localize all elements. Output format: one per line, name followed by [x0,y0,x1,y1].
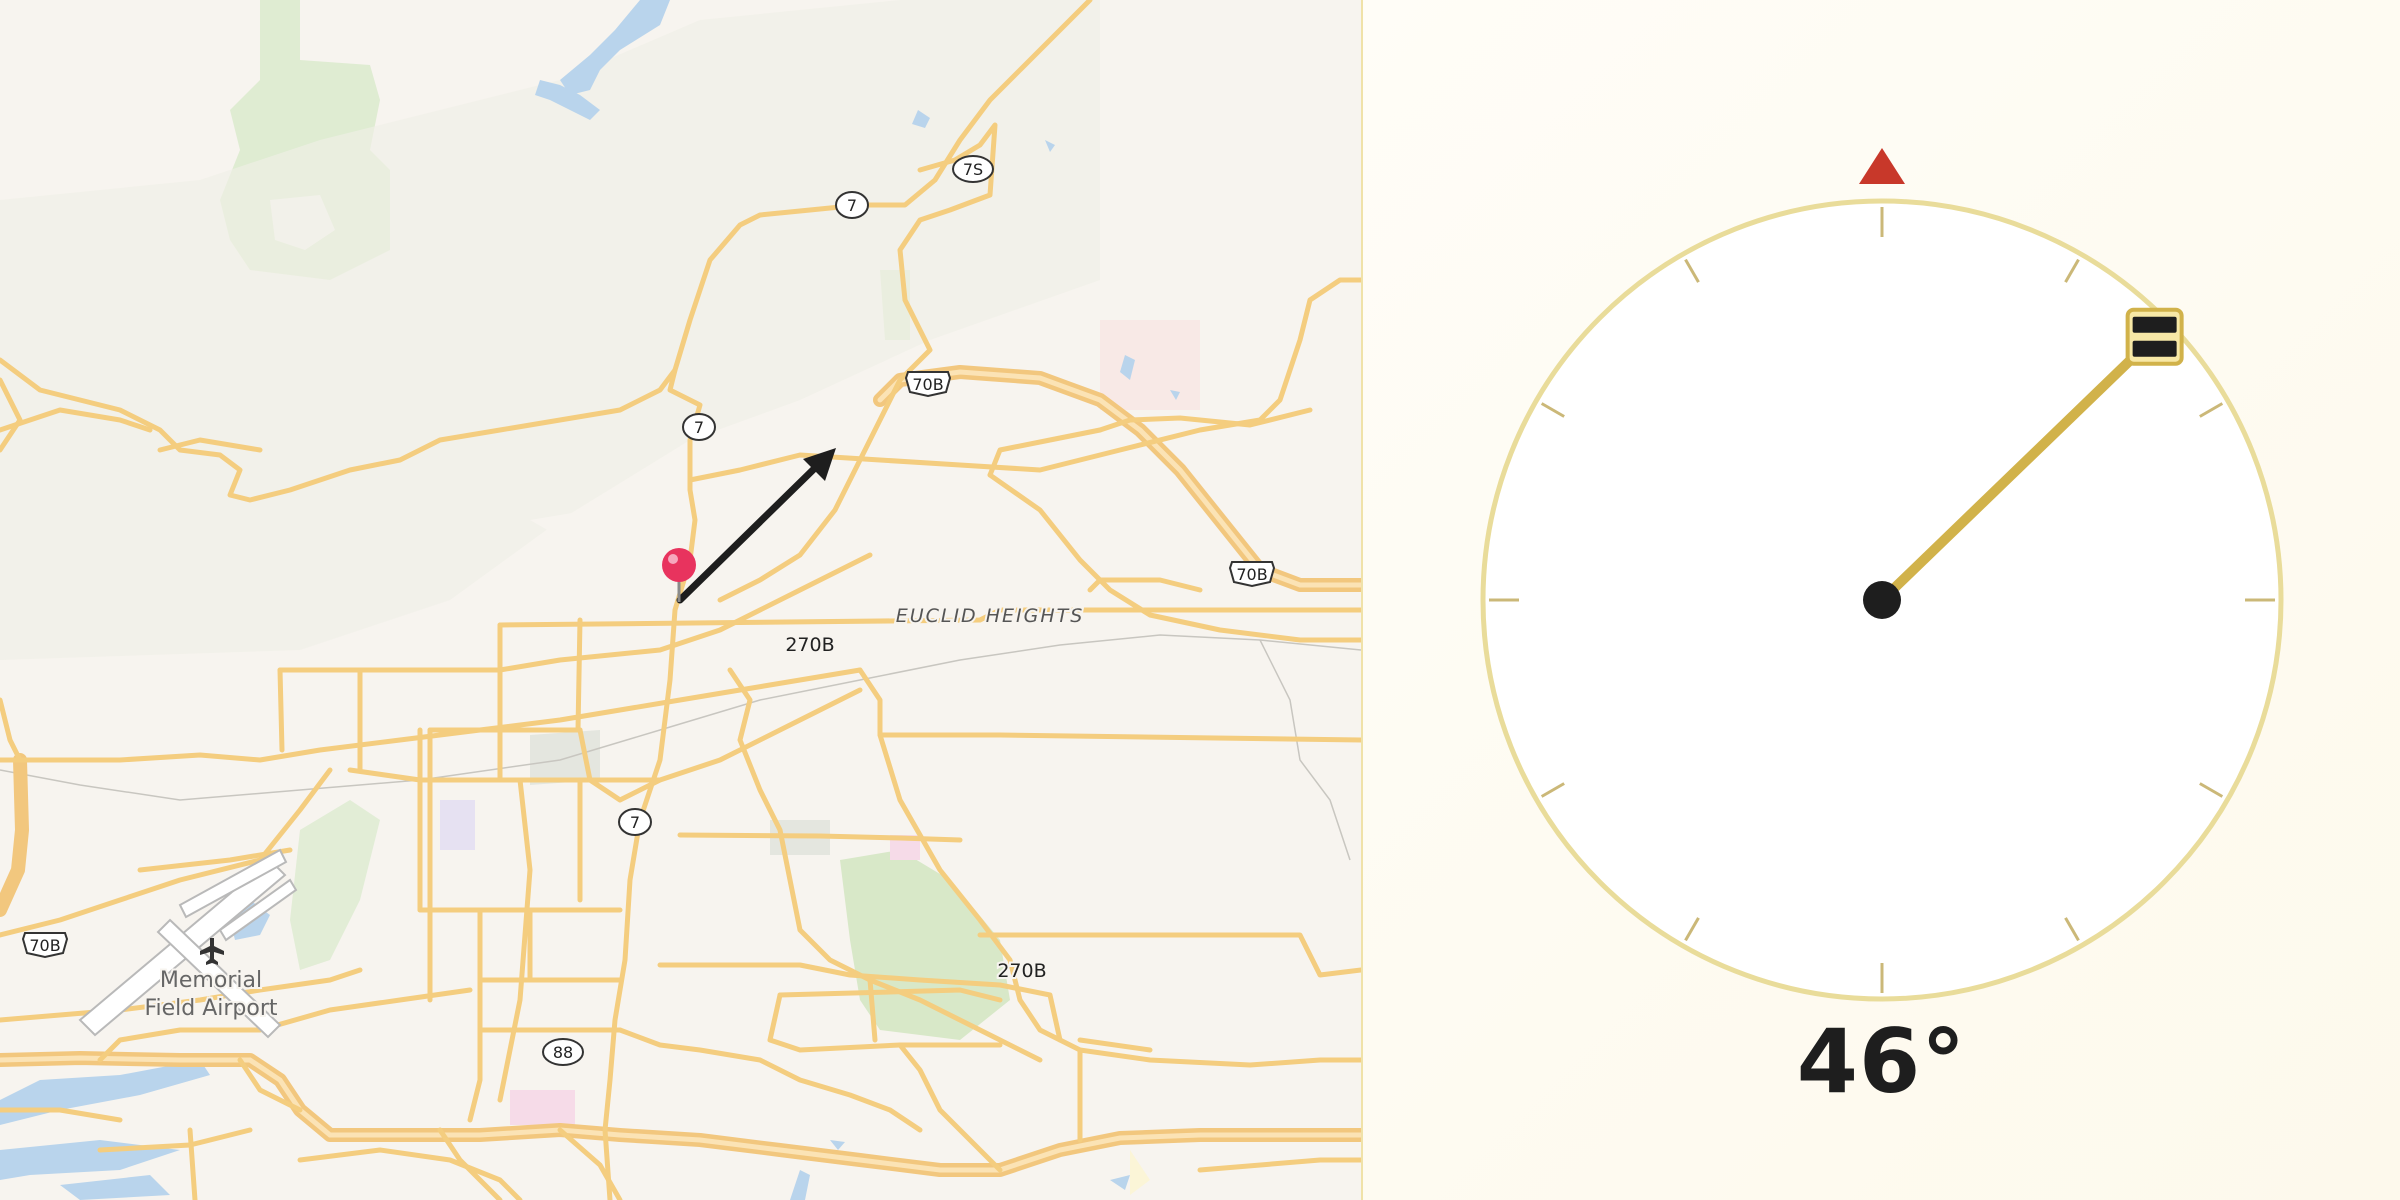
route-shield-70b-east-label: 70B [1236,565,1267,584]
route-shield-70b-west-label: 70B [29,936,60,955]
route-shield-70b-west: 70B [21,932,69,959]
route-shield-70b-east: 70B [1228,561,1276,588]
airport-label-line2: Field Airport [144,996,277,1021]
route-shield-7-mid: 7 [682,413,716,441]
airport-label-line1: Memorial [160,968,262,993]
route-shield-70b-center-label: 70B [912,375,943,394]
bearing-readout: 46° [1796,1010,1967,1113]
north-marker-icon [1859,148,1905,184]
route-shield-7-north: 7 [835,191,869,219]
compass-panel: 46° [1363,0,2400,1200]
route-shield-7s-label: 7S [963,160,983,179]
road-label-270b-south: 270B [997,960,1046,982]
direction-arrow [676,448,836,604]
route-shield-70b-center: 70B [904,371,952,398]
road-label-270b-north: 270B [785,634,834,656]
route-shield-7-mid-label: 7 [694,418,704,437]
route-shield-7-north-label: 7 [847,196,857,215]
map-canvas[interactable]: 7 7S 70B 7 70B 7 70B 88 270B 270B EUCLID… [0,0,1361,1200]
rail-lines [0,634,1361,861]
route-shield-88-label: 88 [553,1043,573,1062]
neighborhood-label: EUCLID HEIGHTS [896,605,1085,627]
map-panel[interactable]: 7 7S 70B 7 70B 7 70B 88 270B 270B EUCLID… [0,0,1361,1200]
needle-pivot [1863,581,1901,619]
route-shield-88: 88 [542,1038,584,1066]
route-shield-7-south: 7 [618,808,652,836]
route-shield-7-south-label: 7 [630,813,640,832]
needle-handle-icon[interactable] [2125,307,2184,366]
route-shield-7s: 7S [952,155,994,183]
